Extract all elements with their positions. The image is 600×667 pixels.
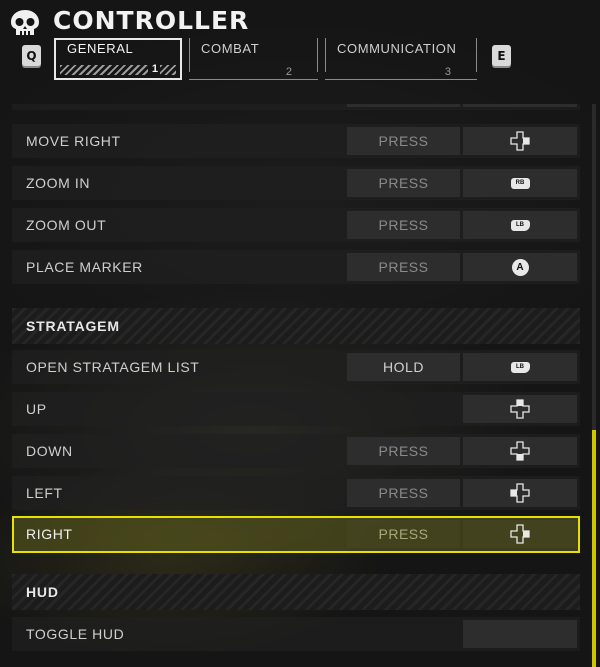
mode-cell[interactable]: PRESS	[347, 253, 460, 281]
skull-icon	[11, 10, 39, 35]
scrollbar[interactable]	[592, 104, 596, 667]
dpad-up-icon	[510, 399, 530, 419]
binding-cell[interactable]: LB	[463, 211, 577, 239]
header: CONTROLLER Q GENERAL 1 COMBAT 2 COMMUNIC…	[0, 0, 600, 104]
section-header-hud: HUD	[12, 574, 580, 610]
tab-number: 3	[444, 66, 451, 78]
action-label: UP	[26, 401, 47, 417]
action-label: TOGGLE HUD	[26, 626, 125, 642]
lb-button-icon: LB	[510, 219, 530, 231]
list-row-partial	[12, 104, 580, 110]
tab-label: GENERAL	[67, 41, 134, 56]
binding-cell[interactable]: A	[463, 253, 577, 281]
mode-cell[interactable]: PRESS	[347, 520, 460, 548]
binding-row-up[interactable]: UP	[12, 392, 580, 426]
action-label: RIGHT	[26, 526, 73, 542]
page-title: CONTROLLER	[53, 6, 250, 35]
binding-row-zoom-in[interactable]: ZOOM IN PRESS RB	[12, 166, 580, 200]
tab-edge	[476, 38, 477, 72]
mode-cell[interactable]: HOLD	[347, 353, 460, 381]
tab-communication[interactable]: COMMUNICATION 3	[325, 38, 477, 80]
binding-row-open-stratagem-list[interactable]: OPEN STRATAGEM LIST HOLD LB	[12, 350, 580, 384]
action-label: ZOOM OUT	[26, 217, 107, 233]
lb-button-icon: LB	[510, 361, 530, 373]
tab-edge	[189, 38, 190, 72]
binding-cell[interactable]	[463, 104, 577, 107]
binding-row-place-marker[interactable]: PLACE MARKER PRESS A	[12, 250, 580, 284]
a-button-icon: A	[511, 258, 529, 276]
binding-cell[interactable]	[463, 437, 577, 465]
binding-cell[interactable]: LB	[463, 353, 577, 381]
rb-button-icon: RB	[510, 177, 530, 189]
section-title: HUD	[26, 584, 59, 600]
binding-row-move-right[interactable]: MOVE RIGHT PRESS	[12, 124, 580, 158]
action-label: MOVE RIGHT	[26, 133, 121, 149]
binding-row-left[interactable]: LEFT PRESS	[12, 476, 580, 510]
mode-cell[interactable]: PRESS	[347, 437, 460, 465]
binding-list: MOVE RIGHT PRESS ZOOM IN PRESS RB ZOOM O…	[12, 104, 582, 667]
tab-edge	[317, 38, 318, 72]
tab-label: COMMUNICATION	[337, 41, 457, 56]
action-label: PLACE MARKER	[26, 259, 143, 275]
mode-cell[interactable]	[347, 104, 460, 107]
dpad-right-icon	[510, 524, 530, 544]
action-label: DOWN	[26, 443, 73, 459]
binding-cell[interactable]	[463, 520, 577, 548]
section-title: STRATAGEM	[26, 318, 120, 334]
action-label: ZOOM IN	[26, 175, 91, 191]
binding-row-zoom-out[interactable]: ZOOM OUT PRESS LB	[12, 208, 580, 242]
next-tab-key[interactable]: E	[492, 45, 511, 66]
action-label: LEFT	[26, 485, 63, 501]
mode-cell[interactable]: PRESS	[347, 211, 460, 239]
dpad-down-icon	[510, 441, 530, 461]
binding-cell[interactable]	[463, 127, 577, 155]
binding-cell[interactable]	[463, 395, 577, 423]
prev-tab-key[interactable]: Q	[22, 45, 41, 66]
binding-cell[interactable]	[463, 620, 577, 648]
tab-hatch	[160, 65, 176, 75]
binding-row-right[interactable]: RIGHT PRESS	[12, 516, 580, 553]
tab-edge	[325, 38, 326, 72]
tab-label: COMBAT	[201, 41, 260, 56]
dpad-left-icon	[510, 483, 530, 503]
scrollbar-thumb[interactable]	[592, 430, 596, 667]
binding-cell[interactable]	[463, 479, 577, 507]
mode-cell[interactable]: PRESS	[347, 127, 460, 155]
tab-number: 1	[151, 63, 158, 75]
binding-row-down[interactable]: DOWN PRESS	[12, 434, 580, 468]
action-label: OPEN STRATAGEM LIST	[26, 359, 200, 375]
tab-hatch	[60, 65, 148, 75]
tab-number: 2	[285, 66, 292, 78]
dpad-right-icon	[510, 131, 530, 151]
binding-row-toggle-hud[interactable]: TOGGLE HUD	[12, 617, 580, 651]
binding-cell[interactable]: RB	[463, 169, 577, 197]
mode-cell[interactable]: PRESS	[347, 479, 460, 507]
tab-combat[interactable]: COMBAT 2	[189, 38, 318, 80]
tab-general[interactable]: GENERAL 1	[54, 38, 182, 80]
section-header-stratagem: STRATAGEM	[12, 308, 580, 344]
mode-cell[interactable]: PRESS	[347, 169, 460, 197]
